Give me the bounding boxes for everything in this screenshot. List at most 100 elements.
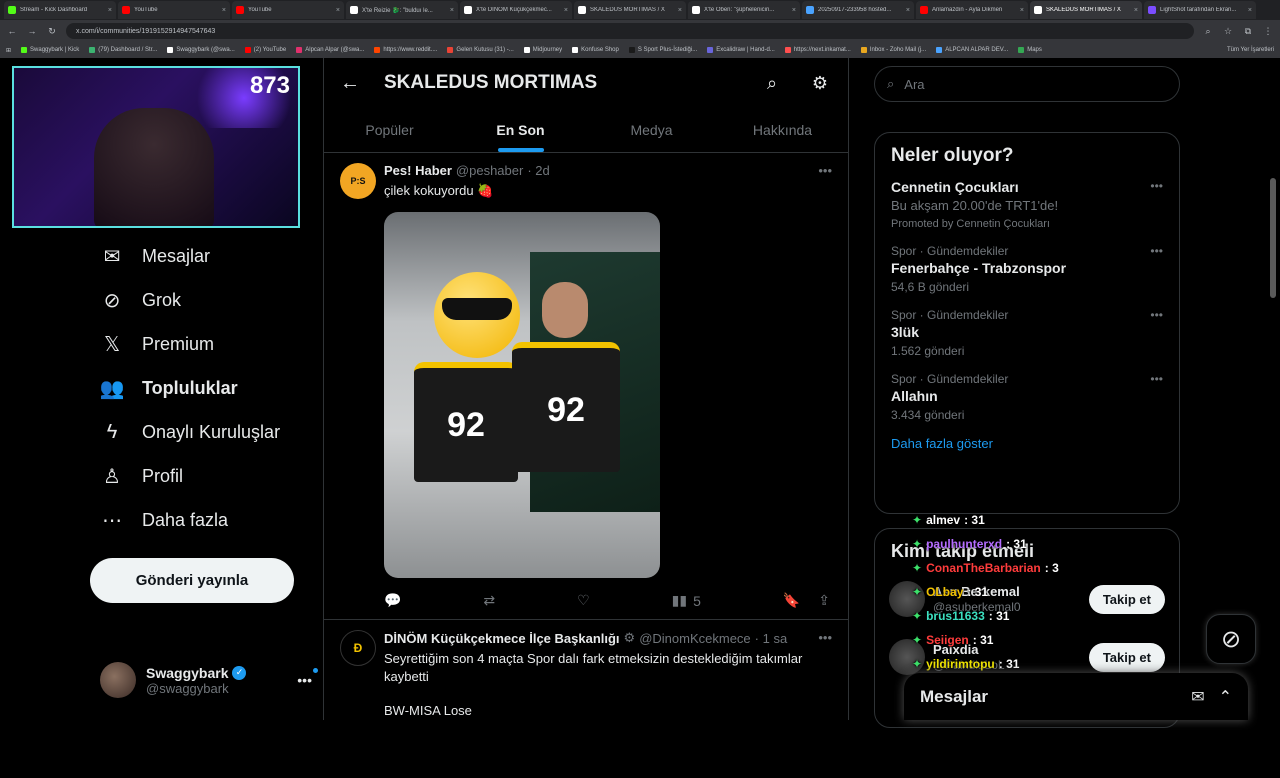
tab-0[interactable]: Popüler (324, 108, 455, 152)
trend-item[interactable]: Cennetin Çocukları Bu akşam 20.00'de TRT1… (891, 179, 1163, 230)
back-arrow-icon[interactable]: ← (340, 72, 360, 95)
nav-item-x-logo[interactable]: 𝕏 Premium (100, 332, 214, 356)
bookmark-item[interactable]: https://www.reddit.... (374, 47, 437, 53)
nav-item-lightning[interactable]: ϟ Onaylı Kuruluşlar (100, 420, 280, 444)
browser-tab[interactable]: Stream - Kick Dashboard × (4, 1, 116, 19)
search-input[interactable]: ⌕ Ara (874, 66, 1180, 102)
trend-more-icon[interactable]: ••• (1150, 179, 1163, 193)
bookmark-item[interactable]: Swaggybark (@swa... (167, 47, 235, 53)
browser-tab[interactable]: SKALEDUS MORTIMAS / X × (1030, 1, 1142, 19)
chat-username: ConanTheBarbarian (926, 561, 1041, 575)
close-icon[interactable]: × (1134, 7, 1138, 14)
nav-item-more-circle[interactable]: ⋯ Daha fazla (100, 508, 228, 532)
bookmark-item[interactable]: Konfuse Shop (572, 47, 619, 53)
tweet-more-icon[interactable]: ••• (818, 163, 832, 178)
bookmark-item[interactable]: Maps (1018, 47, 1042, 53)
nav-item-communities[interactable]: 👥 Topluluklar (100, 376, 238, 400)
browser-tab[interactable]: SKALEDUS MORTIMAS / X × (574, 1, 686, 19)
tweet-more-icon[interactable]: ••• (818, 630, 832, 645)
bookmarks-bar: ⊞ Swaggybark | Kick (79) Dashboard / Str..… (0, 42, 1280, 58)
share-icon[interactable]: ⇪ (818, 592, 830, 609)
apps-grid-icon[interactable]: ⊞ (6, 47, 11, 54)
tweet[interactable]: Ð DİNÖM Küçükçekmece İlçe Başkanlığı ⚙ @… (324, 620, 848, 720)
forward-icon[interactable]: → (26, 26, 38, 36)
post-button[interactable]: Gönderi yayınla (90, 558, 294, 603)
nav-item-grok[interactable]: ⊘ Grok (100, 288, 181, 312)
tweet-author-handle[interactable]: @DinomKcekmece (639, 631, 750, 646)
bookmark-item[interactable]: Inbox - Zoho Mail (j... (860, 47, 926, 53)
trend-item[interactable]: Spor · Gündemdekiler 3lük 1.562 gönderi ••• (891, 308, 1163, 358)
menu-icon[interactable]: ⋮ (1262, 26, 1274, 37)
browser-tab[interactable]: YouTube × (118, 1, 230, 19)
compose-message-icon[interactable]: ✉ (1191, 687, 1204, 707)
tweet-photo[interactable]: 92 92 (384, 212, 660, 578)
account-switcher[interactable]: Swaggybark ✓ @swaggybark ••• (100, 662, 318, 698)
bookmark-item[interactable]: S Sport Plus-İstediği... (628, 47, 697, 53)
bookmark-item[interactable]: https://next.inkamat... (784, 47, 851, 53)
address-bar[interactable]: x.com/i/communities/1919152914947547643 (66, 23, 1194, 39)
browser-tab[interactable]: X'te Reizie 🐉: "bulduı le... × (346, 1, 458, 19)
nav-item-envelope[interactable]: ✉ Mesajlar (100, 244, 210, 268)
close-icon[interactable]: × (1020, 7, 1024, 14)
reload-icon[interactable]: ↻ (46, 26, 58, 37)
star-icon[interactable]: ☆ (1222, 26, 1234, 37)
close-icon[interactable]: × (678, 7, 682, 14)
close-icon[interactable]: × (906, 7, 910, 14)
avatar[interactable]: Ð (340, 630, 376, 666)
close-icon[interactable]: × (1248, 7, 1252, 14)
views-icon[interactable]: ▮▮ 5 (672, 592, 701, 609)
browser-tab[interactable]: X'te DİNÖM Küçükçekmec... × (460, 1, 572, 19)
extensions-icon[interactable]: ⧉ (1242, 26, 1254, 37)
back-icon[interactable]: ← (6, 26, 18, 36)
zoom-icon[interactable]: ⌕ (1202, 26, 1214, 37)
tweet[interactable]: P:S Pes! Haber @peshaber · 2d çilek koku… (324, 153, 848, 619)
nav-item-person[interactable]: ♙ Profil (100, 464, 183, 488)
browser-tab[interactable]: 20250917-233958 hosted... × (802, 1, 914, 19)
tweet-author-handle[interactable]: @peshaber (456, 163, 523, 178)
trend-more-icon[interactable]: ••• (1150, 308, 1163, 322)
tweet-time[interactable]: · 1 sa (755, 631, 788, 646)
browser-tab[interactable]: LightShot tarafından Ekran... × (1144, 1, 1256, 19)
retweet-icon[interactable]: ⇄ (483, 592, 495, 609)
trend-more-icon[interactable]: ••• (1150, 372, 1163, 386)
avatar[interactable]: P:S (340, 163, 376, 199)
bookmark-item[interactable]: ALPCAN ALPAR DEV... (936, 47, 1008, 53)
browser-tab[interactable]: Anlamazdın - Ayla Dikmen × (916, 1, 1028, 19)
all-bookmarks-link[interactable]: Tüm Yer İşaretleri (1227, 47, 1274, 53)
bookmark-item[interactable]: Swaggybark | Kick (21, 47, 79, 53)
browser-tab[interactable]: X'te Oben: "şüpheleniciri... × (688, 1, 800, 19)
scrollbar[interactable] (1270, 118, 1278, 778)
close-icon[interactable]: × (792, 7, 796, 14)
tab-3[interactable]: Hakkında (717, 108, 848, 152)
browser-tab[interactable]: YouTube × (232, 1, 344, 19)
close-icon[interactable]: × (450, 7, 454, 14)
tab-2[interactable]: Medya (586, 108, 717, 152)
trend-item[interactable]: Spor · Gündemdekiler Fenerbahçe - Trabzon… (891, 244, 1163, 294)
close-icon[interactable]: × (564, 7, 568, 14)
like-icon[interactable]: ♡ (577, 592, 590, 609)
reply-icon[interactable]: 💬 (384, 592, 401, 609)
close-icon[interactable]: × (336, 7, 340, 14)
close-icon[interactable]: × (108, 7, 112, 14)
grok-button[interactable]: ⊘ (1206, 614, 1256, 664)
bookmark-item[interactable]: (2) YouTube (244, 47, 286, 53)
bookmark-icon[interactable]: 🔖 (783, 592, 800, 609)
messages-drawer[interactable]: Mesajlar ✉ ⌃ (904, 673, 1248, 720)
tweet-author-name[interactable]: DİNÖM Küçükçekmece İlçe Başkanlığı (384, 631, 620, 646)
trend-more-icon[interactable]: ••• (1150, 244, 1163, 258)
search-icon[interactable]: ⌕ (760, 73, 784, 94)
bookmark-item[interactable]: Gelen Kutusu (31) -... (447, 47, 514, 53)
bookmark-item[interactable]: (79) Dashboard / Str... (89, 47, 157, 53)
bookmark-item[interactable]: Excalidraw | Hand-d... (707, 47, 775, 53)
expand-icon[interactable]: ⌃ (1219, 687, 1232, 707)
show-more-link[interactable]: Daha fazla göster (891, 436, 1163, 451)
tweet-time[interactable]: · 2d (527, 163, 549, 178)
gear-icon[interactable]: ⚙ (808, 73, 832, 94)
tweet-author-name[interactable]: Pes! Haber (384, 163, 452, 178)
close-icon[interactable]: × (222, 7, 226, 14)
more-dots-icon[interactable]: ••• (297, 668, 318, 688)
bookmark-item[interactable]: Midjourney (523, 47, 562, 53)
tab-1[interactable]: En Son (455, 108, 586, 152)
trend-item[interactable]: Spor · Gündemdekiler Allahın 3.434 gönderi… (891, 372, 1163, 422)
bookmark-item[interactable]: Alpcan Alpar (@swa... (296, 47, 364, 53)
